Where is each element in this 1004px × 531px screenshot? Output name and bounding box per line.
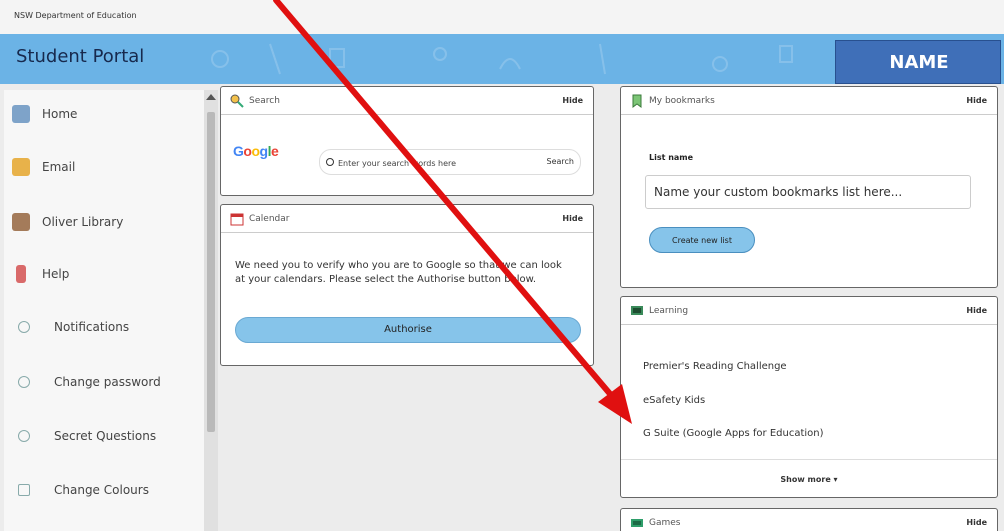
panel-title: Calendar <box>249 214 290 224</box>
calendar-icon <box>230 213 244 226</box>
games-panel: Games Hide <box>620 508 998 531</box>
authorise-button[interactable]: Authorise <box>235 317 581 343</box>
sidebar-item-change-colours[interactable]: Change Colours <box>4 470 202 510</box>
search-button[interactable]: Search <box>547 157 574 166</box>
sidebar-item-email[interactable]: Email <box>4 147 202 187</box>
hide-link[interactable]: Hide <box>966 306 987 315</box>
divider <box>621 459 997 460</box>
search-box: Search <box>319 149 581 176</box>
panel-title: My bookmarks <box>649 96 715 106</box>
panel-header: Search Hide <box>221 87 593 115</box>
search-input[interactable] <box>338 150 498 176</box>
scrollbar-thumb[interactable] <box>207 112 215 432</box>
sidebar-item-oliver-library[interactable]: Oliver Library <box>4 202 202 242</box>
panel-header: Calendar Hide <box>221 205 593 233</box>
calendar-panel: Calendar Hide We need you to verify who … <box>220 204 594 366</box>
sidebar-item-label: Secret Questions <box>54 429 157 443</box>
google-logo: Google <box>233 143 279 159</box>
hide-link[interactable]: Hide <box>562 214 583 223</box>
sidebar-item-label: Change password <box>54 375 161 389</box>
list-name-input[interactable] <box>645 175 971 209</box>
hide-link[interactable]: Hide <box>562 96 583 105</box>
bookmark-icon <box>632 94 642 108</box>
key-icon <box>18 376 30 388</box>
portal-title: Student Portal <box>16 46 145 67</box>
palette-icon <box>18 484 30 496</box>
panel-header: My bookmarks Hide <box>621 87 997 115</box>
hide-link[interactable]: Hide <box>966 518 987 527</box>
sidebar-item-label: Home <box>42 107 78 121</box>
sidebar-item-help[interactable]: Help <box>4 254 202 294</box>
bell-icon <box>18 321 30 333</box>
learning-link-esafety-kids[interactable]: eSafety Kids <box>643 395 705 406</box>
sidebar-item-label: Oliver Library <box>42 215 124 229</box>
search-icon <box>230 94 244 108</box>
scroll-up-icon[interactable] <box>206 94 216 100</box>
question-icon <box>18 430 30 442</box>
create-new-list-button[interactable]: Create new list <box>649 227 755 253</box>
panel-header: Games Hide <box>621 509 997 531</box>
magnifier-icon <box>326 158 334 166</box>
sidebar-item-label: Email <box>42 160 76 174</box>
games-icon <box>631 519 643 527</box>
panel-header: Learning Hide <box>621 297 997 325</box>
email-icon <box>12 158 30 176</box>
name-label: NAME <box>889 52 949 73</box>
learning-icon <box>631 306 643 315</box>
hide-link[interactable]: Hide <box>966 96 987 105</box>
sidebar-item-label: Change Colours <box>54 483 149 497</box>
sidebar-item-label: Help <box>42 267 70 281</box>
sidebar-item-label: Notifications <box>54 320 130 334</box>
library-icon <box>12 213 30 231</box>
calendar-message: We need you to verify who you are to Goo… <box>235 260 562 285</box>
search-panel: Search Hide Google Search <box>220 86 594 196</box>
sidebar-item-change-password[interactable]: Change password <box>4 362 202 402</box>
learning-link-premiers-reading-challenge[interactable]: Premier's Reading Challenge <box>643 361 787 372</box>
panel-title: Games <box>649 518 681 528</box>
show-more-link[interactable]: Show more ▾ <box>621 475 997 484</box>
home-icon <box>12 105 30 123</box>
panel-title: Search <box>249 96 280 106</box>
name-box: NAME <box>835 40 1001 84</box>
list-name-label: List name <box>649 153 694 162</box>
department-name: NSW Department of Education <box>14 11 137 20</box>
sidebar-item-home[interactable]: Home <box>4 94 202 134</box>
bookmarks-panel: My bookmarks Hide List name Create new l… <box>620 86 998 288</box>
learning-link-g-suite[interactable]: G Suite (Google Apps for Education) <box>643 428 824 439</box>
learning-panel: Learning Hide Premier's Reading Challeng… <box>620 296 998 498</box>
sidebar-item-secret-questions[interactable]: Secret Questions <box>4 416 202 456</box>
top-bar: NSW Department of Education <box>0 0 1004 34</box>
help-icon <box>16 265 26 283</box>
sidebar-nav: Home Email Oliver Library Help Notificat… <box>4 90 218 531</box>
sidebar-item-notifications[interactable]: Notifications <box>4 307 202 347</box>
sidebar-scrollbar[interactable] <box>204 90 218 531</box>
panel-title: Learning <box>649 306 689 316</box>
